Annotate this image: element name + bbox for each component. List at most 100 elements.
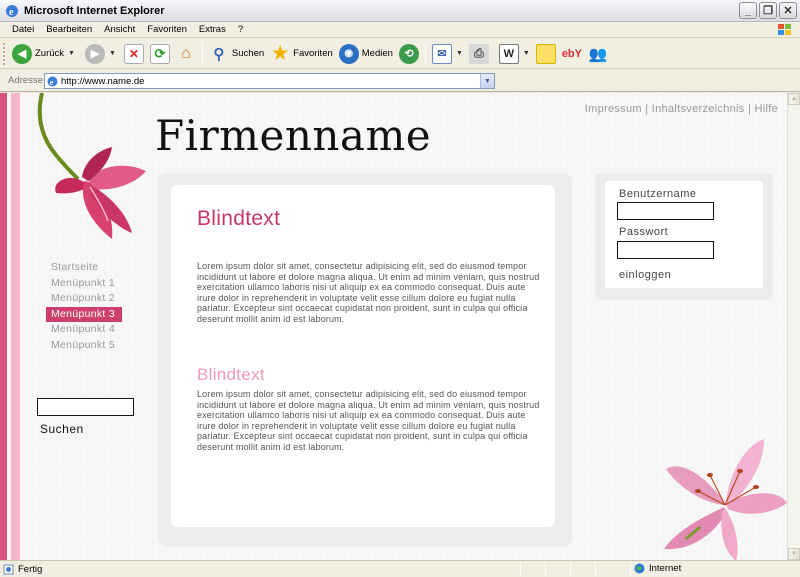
- mail-icon: ✉: [431, 43, 452, 64]
- windows-logo-icon: [778, 24, 791, 35]
- link-impressum[interactable]: Impressum: [585, 103, 642, 115]
- username-label: Benutzername: [619, 188, 697, 200]
- company-name: Firmenname: [155, 111, 432, 160]
- password-field[interactable]: [617, 241, 714, 259]
- toolbar-separator: [201, 42, 203, 65]
- home-icon: ⌂: [181, 44, 191, 62]
- toolbar-separator: [424, 42, 426, 65]
- address-bar: Adresse e http://www.name.de ▼: [0, 70, 800, 92]
- discuss-button[interactable]: [535, 42, 556, 66]
- address-label: Adresse: [8, 75, 43, 86]
- ie-page-icon: [3, 564, 14, 574]
- search-button-label: Suchen: [231, 48, 265, 59]
- menu-item-favoriten[interactable]: Favoriten: [147, 24, 187, 35]
- refresh-button[interactable]: ⟳: [149, 42, 170, 66]
- link-separator: |: [641, 103, 652, 115]
- site-search-button[interactable]: Suchen: [40, 422, 84, 436]
- forward-icon: ▶: [84, 43, 105, 64]
- forward-dropdown-icon[interactable]: ▼: [109, 50, 116, 57]
- media-icon: ◉: [338, 43, 359, 64]
- nav-item-menupunkt-5[interactable]: Menüpunkt 5: [46, 338, 122, 354]
- ie-icon: e: [6, 4, 18, 18]
- edit-dropdown-icon[interactable]: ▼: [523, 50, 530, 57]
- security-zone: Internet: [634, 563, 681, 574]
- ebay-icon: ebY: [561, 47, 582, 60]
- back-icon: ◀: [12, 43, 32, 64]
- address-input[interactable]: e http://www.name.de ▼: [44, 73, 495, 89]
- stop-button[interactable]: ✕: [123, 42, 144, 66]
- status-text: Fertig: [18, 563, 43, 575]
- mail-dropdown-icon[interactable]: ▼: [456, 50, 463, 57]
- ie-icon: e: [47, 76, 58, 87]
- toolbar-grip: [3, 42, 6, 65]
- search-icon: ⚲: [213, 45, 225, 63]
- top-links: Impressum | Inhaltsverzeichnis | Hilfe: [585, 103, 778, 115]
- forward-button[interactable]: ▶ ▼: [84, 42, 116, 66]
- favorites-button[interactable]: ★ Favoriten: [270, 42, 333, 66]
- print-icon: ⎙: [468, 43, 489, 64]
- content-paragraph-1: Lorem ipsum dolor sit amet, consectetur …: [197, 261, 540, 324]
- nav-item-menupunkt-3[interactable]: Menüpunkt 3: [46, 306, 122, 322]
- restore-icon: ❐: [763, 5, 773, 17]
- close-icon: ✕: [783, 5, 793, 17]
- messenger-icon: 👥: [588, 45, 608, 63]
- password-label: Passwort: [619, 226, 669, 238]
- history-icon: ⟲: [398, 43, 419, 64]
- media-button[interactable]: ◉ Medien: [338, 42, 393, 66]
- ebay-button[interactable]: ebY: [562, 42, 582, 66]
- minimize-button[interactable]: _: [739, 2, 757, 19]
- menu-item-bearbeiten[interactable]: Bearbeiten: [46, 24, 92, 35]
- edit-icon: W: [498, 43, 519, 64]
- stop-icon: ✕: [123, 43, 144, 64]
- back-label: Zurück: [35, 48, 65, 59]
- vertical-scrollbar[interactable]: ▲ ▼: [787, 93, 800, 560]
- lily-flower-image: [664, 439, 787, 560]
- nav-item-startseite[interactable]: Startseite: [46, 260, 122, 276]
- left-stripe-decoration: [0, 93, 20, 560]
- menu-item-datei[interactable]: Datei: [12, 24, 34, 35]
- nav-item-menupunkt-1[interactable]: Menüpunkt 1: [46, 276, 122, 292]
- home-button[interactable]: ⌂: [176, 42, 196, 66]
- status-bar: Fertig Internet: [0, 560, 800, 577]
- back-dropdown-icon[interactable]: ▼: [68, 50, 75, 57]
- menu-item-ansicht[interactable]: Ansicht: [104, 24, 135, 35]
- link-inhaltsverzeichnis[interactable]: Inhaltsverzeichnis: [652, 103, 745, 115]
- favorites-star-icon: ★: [272, 43, 289, 63]
- search-button[interactable]: ⚲ Suchen: [209, 42, 264, 66]
- mail-button[interactable]: ✉ ▼: [431, 42, 463, 66]
- page-viewport: Firmenname Impressum | Inhaltsverzeichni…: [0, 93, 787, 560]
- content-heading-1: Blindtext: [197, 207, 281, 230]
- site-search-input[interactable]: [37, 398, 134, 416]
- title-bar: e Microsoft Internet Explorer _ ❐ ✕: [0, 0, 800, 22]
- address-dropdown-icon[interactable]: ▼: [480, 74, 494, 88]
- svg-text:e: e: [9, 7, 14, 18]
- minimize-icon: _: [744, 4, 752, 17]
- messenger-button[interactable]: 👥: [588, 42, 608, 66]
- link-hilfe[interactable]: Hilfe: [754, 103, 778, 115]
- back-button[interactable]: ◀ Zurück ▼: [12, 42, 75, 66]
- edit-button[interactable]: W ▼: [498, 42, 530, 66]
- globe-icon: [634, 563, 645, 574]
- lily-flower-image: [37, 93, 146, 239]
- username-field[interactable]: [617, 202, 714, 220]
- print-button[interactable]: ⎙: [468, 42, 489, 66]
- menu-item-help[interactable]: ?: [238, 24, 243, 35]
- side-nav: Startseite Menüpunkt 1 Menüpunkt 2 Menüp…: [46, 260, 122, 353]
- scroll-up-icon[interactable]: ▲: [788, 93, 800, 105]
- content-panel: [171, 185, 555, 527]
- svg-text:e: e: [50, 78, 54, 87]
- maximize-button[interactable]: ❐: [759, 2, 777, 19]
- scroll-down-icon[interactable]: ▼: [788, 548, 800, 560]
- menu-item-extras[interactable]: Extras: [199, 24, 226, 35]
- toolbar: ◀ Zurück ▼ ▶ ▼ ✕ ⟳ ⌂ ⚲ Suchen ★ Favorite…: [0, 39, 800, 69]
- history-button[interactable]: ⟲: [398, 42, 419, 66]
- nav-item-menupunkt-2[interactable]: Menüpunkt 2: [46, 291, 122, 307]
- menu-bar: Datei Bearbeiten Ansicht Favoriten Extra…: [0, 22, 800, 38]
- close-button[interactable]: ✕: [779, 2, 797, 19]
- refresh-icon: ⟳: [149, 43, 170, 64]
- login-button[interactable]: einloggen: [619, 269, 671, 281]
- nav-item-menupunkt-4[interactable]: Menüpunkt 4: [46, 322, 122, 338]
- address-url: http://www.name.de: [61, 75, 145, 87]
- content-heading-2: Blindtext: [197, 365, 265, 384]
- window-title: Microsoft Internet Explorer: [24, 4, 165, 17]
